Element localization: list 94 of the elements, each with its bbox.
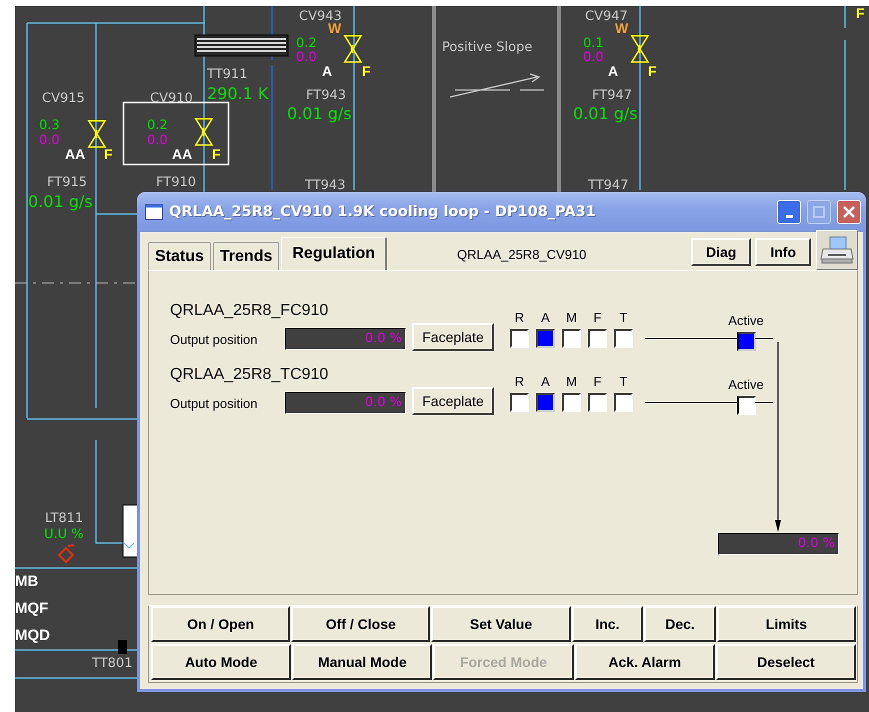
- tag-label: FT947: [592, 88, 632, 103]
- mode-label: F: [594, 310, 602, 326]
- valve-icon[interactable]: [87, 120, 106, 148]
- valve-icon[interactable]: [194, 118, 214, 146]
- header-button[interactable]: Info: [755, 238, 811, 266]
- mode-label: R: [514, 310, 524, 326]
- tag-label: TT911: [207, 67, 248, 82]
- value-label: 0.3: [39, 118, 60, 133]
- value-label: 0.0: [296, 50, 317, 65]
- sensor-marker: [118, 640, 127, 654]
- tab[interactable]: Status: [148, 242, 211, 270]
- mode-label: M: [566, 310, 577, 326]
- maximize-icon: [813, 206, 825, 218]
- minimize-icon: [786, 214, 792, 218]
- active-label: Active: [728, 313, 764, 329]
- mode-label: T: [620, 310, 628, 326]
- value-label: F: [212, 147, 221, 162]
- value-label: 0.0: [583, 50, 604, 65]
- tag-label: FT943: [306, 88, 346, 103]
- action-button[interactable]: On / Open: [151, 606, 290, 642]
- print-button[interactable]: [816, 230, 858, 270]
- value-label: 0.0: [39, 133, 60, 148]
- close-icon: [843, 206, 855, 218]
- value-label: MQF: [15, 600, 48, 617]
- value-label: U.U %: [44, 527, 84, 542]
- value-label: 0.2: [147, 118, 168, 133]
- mode-label: A: [541, 310, 550, 326]
- value-label: 0.0: [147, 133, 168, 148]
- action-button[interactable]: Inc.: [572, 606, 644, 642]
- action-button[interactable]: Auto Mode: [151, 644, 292, 680]
- value-label: 290.1 K: [207, 85, 268, 103]
- output-label: Output position: [170, 332, 258, 346]
- value-label: A: [322, 64, 332, 79]
- tab[interactable]: Trends: [212, 242, 280, 270]
- mode-label: T: [620, 374, 628, 390]
- tag-label: TT801: [92, 656, 132, 671]
- output-label: Output position: [170, 396, 258, 410]
- controller-name: QRLAA_25R8_FC910: [170, 301, 330, 321]
- output-field: 0.0 %: [285, 328, 406, 350]
- value-label: MB: [15, 573, 38, 590]
- action-button[interactable]: Limits: [716, 606, 856, 642]
- value-label: F: [362, 64, 371, 79]
- value-label: 0.01 g/s: [573, 105, 638, 123]
- tag-label: CV915: [42, 91, 85, 106]
- active-label: Active: [728, 377, 764, 393]
- controller-name: QRLAA_25R8_TC910: [170, 365, 330, 385]
- value-label: MQD: [15, 627, 50, 644]
- fault-icon: [58, 544, 75, 563]
- window-title: QRLAA_25R8_CV910 1.9K cooling loop - DP108_PA31: [169, 204, 597, 220]
- mode-label: F: [594, 374, 602, 390]
- close-button[interactable]: [837, 200, 861, 224]
- tag-label: TT947: [588, 178, 628, 193]
- action-button[interactable]: Manual Mode: [292, 644, 432, 680]
- value-label: AA: [65, 147, 86, 162]
- tag-label: LT811: [45, 511, 84, 526]
- tag-label: FT915: [47, 175, 88, 190]
- faceplate-button[interactable]: Faceplate: [412, 387, 494, 415]
- value-label: 0.1: [583, 36, 604, 51]
- valve-icon[interactable]: [343, 35, 362, 63]
- faceplate-button[interactable]: Faceplate: [412, 323, 494, 351]
- heat-exchanger-icon[interactable]: [194, 34, 288, 56]
- mode-label: R: [514, 374, 524, 390]
- action-button[interactable]: Set Value: [431, 606, 571, 642]
- action-button[interactable]: Dec.: [644, 606, 716, 642]
- value-label: A: [608, 64, 618, 79]
- tag-label: CV943: [299, 9, 342, 24]
- value-label: F: [104, 147, 113, 162]
- valve-icon[interactable]: [630, 35, 650, 63]
- output-field: 0.0 %: [285, 392, 406, 414]
- value-label: F: [856, 6, 865, 21]
- action-button[interactable]: Deselect: [716, 644, 856, 680]
- value-label: W: [328, 21, 342, 36]
- header-button[interactable]: Diag: [691, 238, 752, 266]
- value-label: 0.01 g/s: [287, 105, 352, 123]
- value-label: AA: [172, 147, 192, 162]
- value-label: 0.2: [296, 36, 317, 51]
- caption: Positive Slope: [442, 40, 532, 55]
- window-icon: [145, 204, 163, 220]
- minimize-button[interactable]: [777, 200, 801, 224]
- output-field: 0.0 %: [718, 533, 839, 555]
- tag-label: TT943: [305, 178, 346, 193]
- pipe-line: [844, 6, 846, 28]
- object-name: QRLAA_25R8_CV910: [457, 247, 588, 262]
- action-button[interactable]: Off / Close: [291, 606, 430, 642]
- value-label: F: [648, 64, 657, 79]
- tag-label: FT910: [156, 175, 196, 190]
- tag-label: CV947: [585, 9, 628, 24]
- mode-label: M: [566, 374, 577, 390]
- mode-label: A: [541, 374, 550, 390]
- tab[interactable]: Regulation: [281, 237, 388, 270]
- value-label: W: [615, 21, 628, 36]
- action-button[interactable]: Ack. Alarm: [574, 644, 715, 680]
- slope-arrow-icon: [449, 73, 545, 98]
- value-label: 0.01 g/s: [28, 193, 93, 211]
